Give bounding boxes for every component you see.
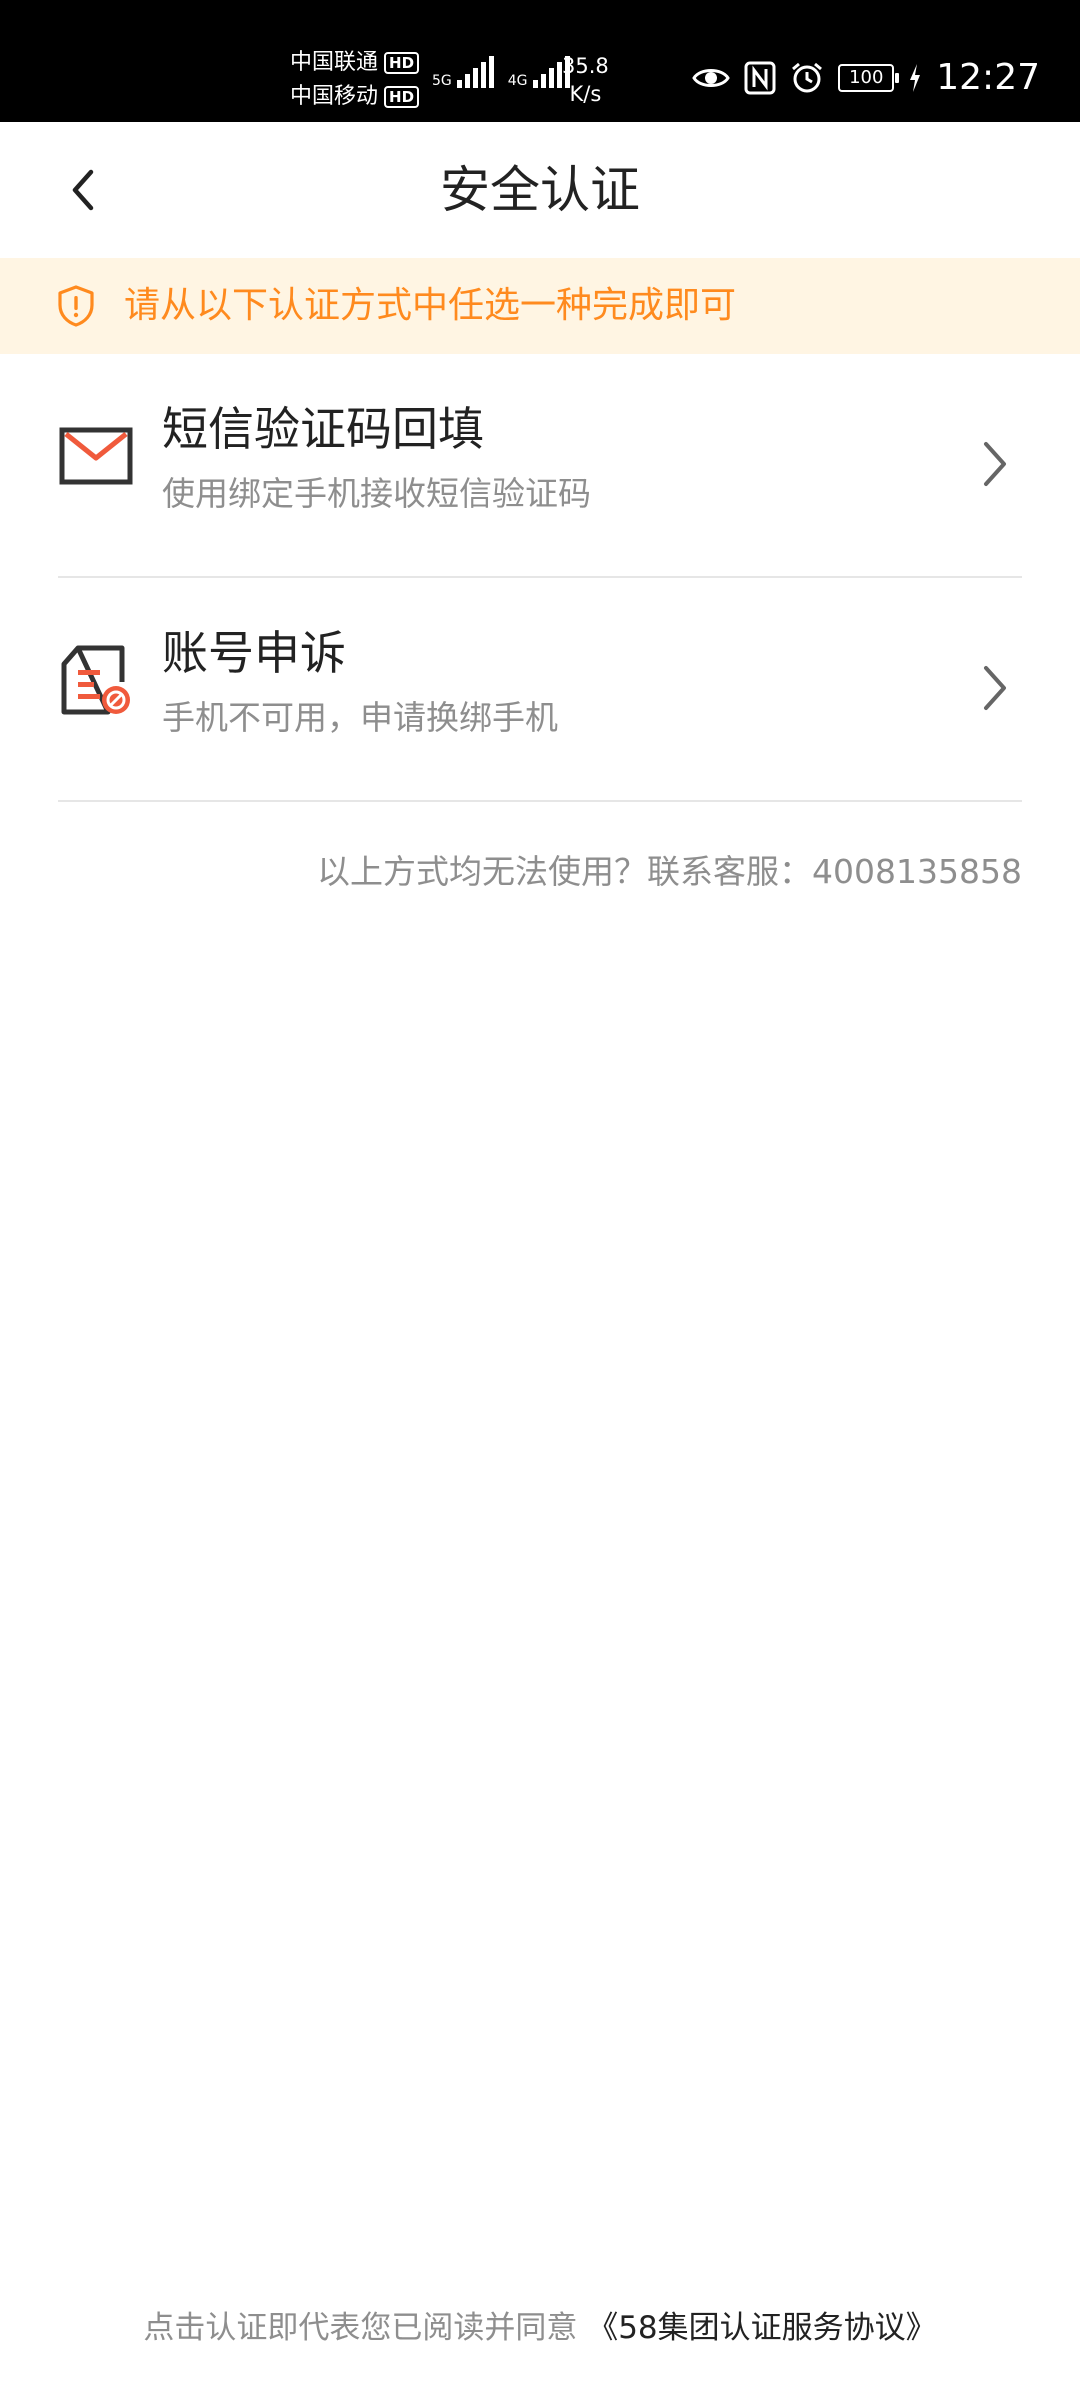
signal-bar	[472, 68, 478, 88]
network-speed-value: 35.8	[562, 54, 609, 78]
signal-bar	[556, 62, 562, 88]
carrier-info: 中国联通 HD 中国移动 HD	[290, 46, 420, 114]
chevron-right-icon	[984, 666, 1006, 710]
agreement-link[interactable]: 《58集团认证服务协议》	[587, 2310, 936, 2346]
battery-icon: 100	[838, 64, 900, 92]
option-desc: 手机不可用，申请换绑手机	[162, 698, 558, 737]
signal-4g-label: 4G	[507, 73, 528, 89]
option-desc: 使用绑定手机接收短信验证码	[162, 474, 591, 513]
customer-service-line: 以上方式均无法使用？联系客服：4008135858	[317, 850, 1022, 894]
signal-bar	[488, 56, 494, 88]
account-appeal-option[interactable]: 账号申诉 手机不可用，申请换绑手机	[58, 578, 1022, 802]
signal-bar	[480, 62, 486, 88]
network-speed-unit: K/s	[569, 82, 602, 106]
nfc-icon	[744, 61, 776, 95]
signal-bar	[532, 80, 538, 88]
notice-text: 请从以下认证方式中任选一种完成即可	[124, 285, 737, 326]
chevron-right-icon	[984, 442, 1006, 486]
eye-icon	[692, 69, 731, 87]
signal-5g-label: 5G	[432, 73, 452, 89]
shield-alert-icon	[58, 285, 94, 327]
hd-badge: HD	[384, 52, 420, 74]
option-title: 短信验证码回填	[162, 402, 484, 456]
status-icons: 100 12:27	[692, 56, 1040, 100]
signal-bar	[548, 68, 554, 88]
notice-banner: 请从以下认证方式中任选一种完成即可	[0, 258, 1080, 354]
agreement-footer: 点击认证即代表您已阅读并同意 《58集团认证服务协议》	[0, 2306, 1080, 2350]
battery-level: 100	[849, 67, 884, 88]
document-ban-icon	[61, 645, 130, 715]
agreement-text: 点击认证即代表您已阅读并同意	[143, 2310, 588, 2346]
status-time: 12:27	[936, 57, 1040, 98]
signal-indicators: 5G 4G	[432, 56, 570, 88]
alarm-icon	[792, 62, 823, 93]
signal-5g-icon: 5G	[432, 56, 494, 88]
page-title: 安全认证	[440, 161, 640, 219]
carrier-2-label: 中国移动	[290, 84, 379, 109]
option-title: 账号申诉	[162, 626, 346, 680]
help-text: 以上方式均无法使用？联系客服：	[317, 852, 813, 891]
signal-4g-icon: 4G	[508, 56, 570, 88]
hd-badge: HD	[384, 86, 420, 108]
carrier-1-label: 中国联通	[290, 50, 379, 75]
charging-icon	[910, 64, 921, 92]
nav-bar: 安全认证	[0, 122, 1080, 258]
sms-verification-option[interactable]: 短信验证码回填 使用绑定手机接收短信验证码	[58, 354, 1022, 578]
signal-bar	[464, 74, 470, 88]
service-phone-link[interactable]: 4008135858	[812, 852, 1022, 891]
envelope-icon	[59, 427, 133, 485]
status-bar: 中国联通 HD 中国移动 HD 5G 4G 35.8 K/s 100 12:27	[0, 0, 1080, 122]
signal-bar	[540, 74, 546, 88]
network-speed: 35.8 K/s	[562, 52, 609, 108]
signal-bar	[456, 80, 462, 88]
